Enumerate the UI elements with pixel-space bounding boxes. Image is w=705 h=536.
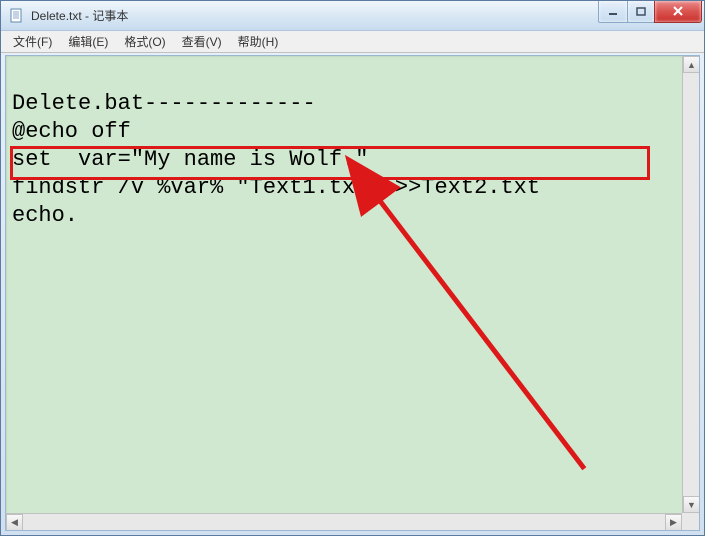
scroll-corner bbox=[682, 513, 699, 530]
minimize-button[interactable] bbox=[598, 1, 628, 23]
scroll-down-icon[interactable]: ▼ bbox=[683, 496, 700, 513]
menu-edit[interactable]: 编辑(E) bbox=[60, 31, 116, 52]
menu-help[interactable]: 帮助(H) bbox=[230, 31, 287, 52]
titlebar[interactable]: Delete.txt - 记事本 bbox=[1, 1, 704, 31]
maximize-button[interactable] bbox=[627, 1, 655, 23]
scroll-right-icon[interactable]: ▶ bbox=[665, 514, 682, 531]
code-line: set var="My name is Wolf." bbox=[12, 146, 693, 174]
code-line: @echo off bbox=[12, 118, 693, 146]
scroll-left-icon[interactable]: ◀ bbox=[6, 514, 23, 531]
code-line: echo. bbox=[12, 202, 693, 230]
notepad-window: Delete.txt - 记事本 文件(F) 编辑(E) 格式(O) 查看(V)… bbox=[0, 0, 705, 536]
horizontal-scrollbar[interactable]: ◀ ▶ bbox=[6, 513, 682, 530]
vertical-scrollbar[interactable]: ▲ ▼ bbox=[682, 56, 699, 513]
window-controls bbox=[599, 1, 702, 23]
text-editor-area[interactable]: Delete.bat-------------@echo offset var=… bbox=[5, 55, 700, 531]
text-content[interactable]: Delete.bat-------------@echo offset var=… bbox=[6, 56, 699, 292]
close-button[interactable] bbox=[654, 1, 702, 23]
menubar: 文件(F) 编辑(E) 格式(O) 查看(V) 帮助(H) bbox=[1, 31, 704, 53]
menu-file[interactable]: 文件(F) bbox=[5, 31, 60, 52]
scroll-up-icon[interactable]: ▲ bbox=[683, 56, 700, 73]
code-line: Delete.bat------------- bbox=[12, 90, 693, 118]
app-icon bbox=[9, 8, 25, 24]
menu-view[interactable]: 查看(V) bbox=[174, 31, 230, 52]
code-line: findstr /v %var% "Text1.txt" >>Text2.txt bbox=[12, 174, 693, 202]
menu-format[interactable]: 格式(O) bbox=[116, 31, 173, 52]
